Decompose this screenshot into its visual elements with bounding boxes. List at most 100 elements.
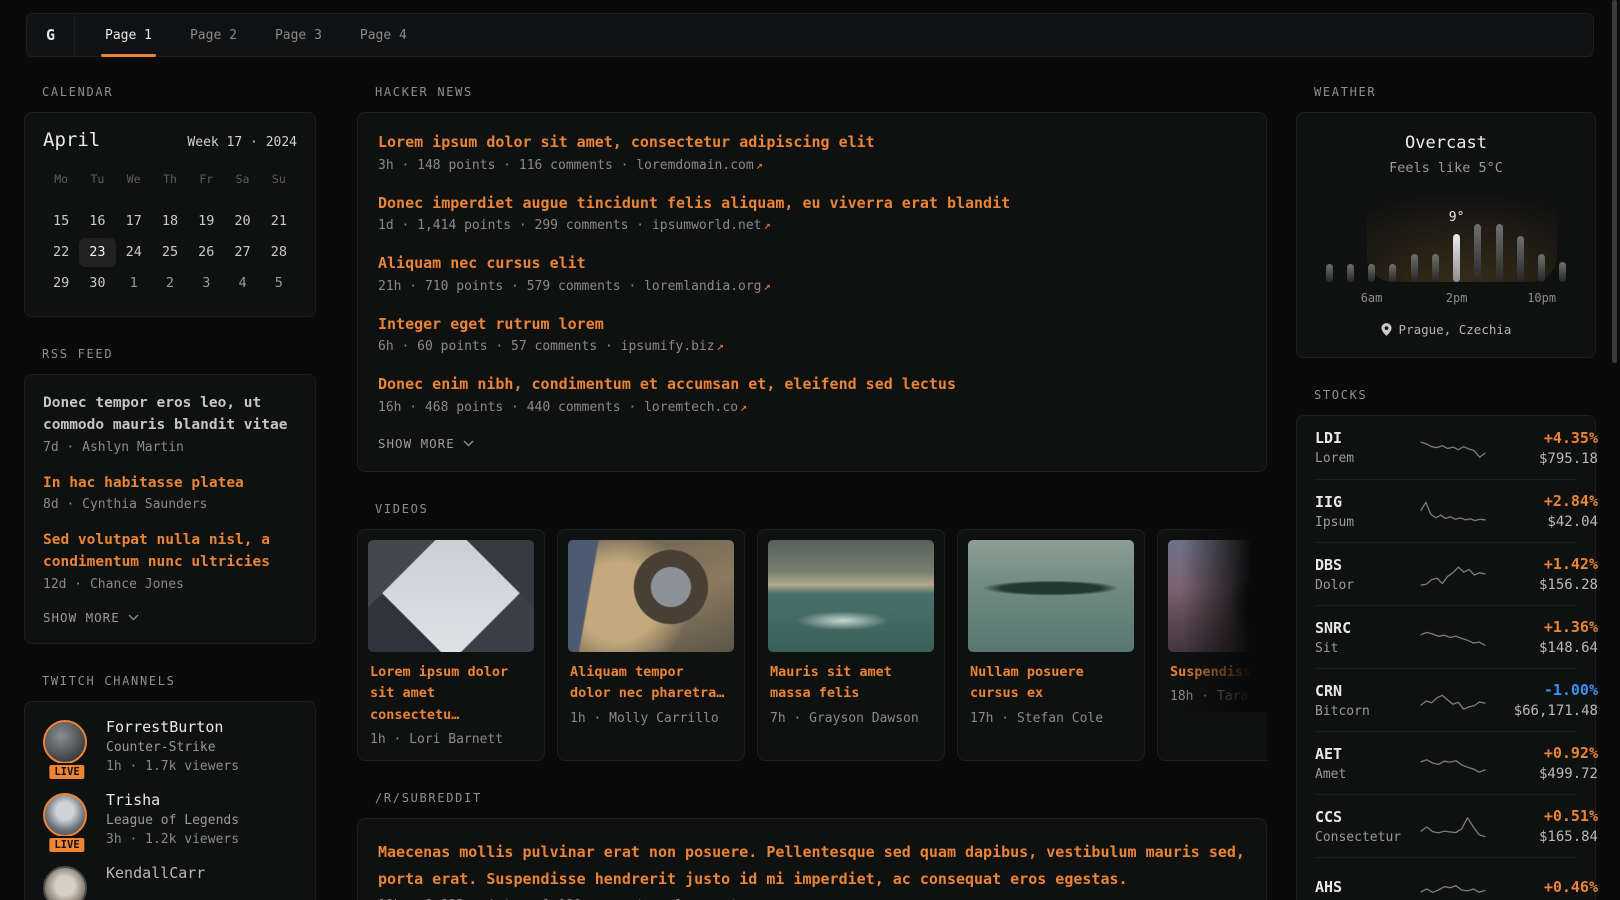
rss-item-title[interactable]: In hac habitasse platea: [43, 473, 297, 495]
stock-row[interactable]: AHS +0.46%: [1315, 857, 1577, 900]
stock-values: +0.92% $499.72: [1486, 744, 1598, 782]
weather-bar: 10pm: [1538, 210, 1546, 282]
hackernews-item-title[interactable]: Donec imperdiet augue tincidunt felis al…: [378, 194, 1246, 214]
video-title[interactable]: Aliquam tempor dolor nec pharetra…: [570, 662, 732, 705]
rss-item-title[interactable]: Sed volutpat nulla nisl, a condimentum n…: [43, 530, 297, 574]
hackernews-item-stats: 16h · 468 points · 440 comments ·: [378, 400, 644, 415]
calendar-section-title: CALENDAR: [42, 85, 316, 99]
stock-row[interactable]: LDI Lorem +4.35% $795.18: [1315, 416, 1577, 479]
calendar-day[interactable]: 27: [224, 238, 260, 267]
video-thumbnail[interactable]: [1168, 540, 1267, 652]
avatar: [43, 720, 87, 764]
stock-row[interactable]: DBS Dolor +1.42% $156.28: [1315, 542, 1577, 605]
calendar-day[interactable]: 1: [116, 269, 152, 298]
app-logo[interactable]: G: [27, 14, 75, 56]
twitch-section: TWITCH CHANNELS LIVE ForrestBurton Count…: [24, 674, 316, 900]
stock-sparkline: [1420, 813, 1486, 839]
weather-axis-tick: 10pm: [1527, 291, 1556, 305]
calendar-days-grid: 15 16 17 18 19 20 21 22: [43, 207, 297, 298]
video-thumbnail[interactable]: [568, 540, 734, 652]
video-card[interactable]: Nullam posuere cursus ex 17h · Stefan Co…: [957, 529, 1145, 762]
calendar-day[interactable]: 16: [79, 207, 115, 236]
twitch-channel-name: Trisha: [106, 791, 239, 809]
hackernews-item-title[interactable]: Lorem ipsum dolor sit amet, consectetur …: [378, 133, 1246, 153]
rss-show-more-button[interactable]: SHOW MORE: [43, 610, 297, 625]
calendar-day[interactable]: 19: [188, 207, 224, 236]
video-card[interactable]: Lorem ipsum dolor sit amet consectetu… 1…: [357, 529, 545, 762]
calendar-day[interactable]: 22: [43, 238, 79, 267]
video-thumbnail[interactable]: [968, 540, 1134, 652]
stock-row[interactable]: CRN Bitcorn -1.00% $66,171.48: [1315, 668, 1577, 731]
dashboard: CALENDAR April Week 17 · 2024 Mo Tu We T…: [0, 57, 1620, 900]
calendar-day[interactable]: 18: [152, 207, 188, 236]
stock-row[interactable]: CCS Consectetur +0.51% $165.84: [1315, 794, 1577, 857]
calendar-day[interactable]: 15: [43, 207, 79, 236]
chevron-down-icon: [463, 440, 474, 447]
weather-bar: [1389, 210, 1397, 282]
page-tab[interactable]: Page 1: [99, 14, 158, 56]
weather-axis-tick: 2pm: [1446, 291, 1468, 305]
calendar-weekday: Th: [152, 168, 188, 190]
stock-row[interactable]: AET Amet +0.92% $499.72: [1315, 731, 1577, 794]
video-title[interactable]: Suspendisse diam: [1170, 662, 1267, 684]
video-thumbnail[interactable]: [768, 540, 934, 652]
calendar-day[interactable]: 4: [224, 269, 260, 298]
calendar-day[interactable]: 28: [261, 238, 297, 267]
calendar-day[interactable]: 17: [116, 207, 152, 236]
stock-row[interactable]: SNRC Sit +1.36% $148.64: [1315, 605, 1577, 668]
twitch-channel-row[interactable]: LIVE KendallCarr: [43, 864, 297, 900]
subreddit-post-title[interactable]: Maecenas mollis pulvinar erat non posuer…: [378, 839, 1246, 892]
live-badge: LIVE: [47, 763, 86, 781]
hackernews-item-domain[interactable]: ipsumify.biz: [621, 339, 715, 354]
stock-price: $499.72: [1486, 766, 1598, 782]
page-tab[interactable]: Page 3: [269, 14, 328, 56]
weather-bar: [1516, 210, 1524, 282]
hackernews-item-title[interactable]: Integer eget rutrum lorem: [378, 315, 1246, 335]
video-thumbnail[interactable]: [368, 540, 534, 652]
calendar-day[interactable]: 2: [152, 269, 188, 298]
calendar-day[interactable]: 30: [79, 269, 115, 298]
hackernews-item-domain[interactable]: ipsumworld.net: [652, 218, 762, 233]
calendar-day[interactable]: 5: [261, 269, 297, 298]
calendar-day[interactable]: 23: [79, 238, 115, 267]
rss-item-title[interactable]: Donec tempor eros leo, ut commodo mauris…: [43, 393, 297, 437]
video-title[interactable]: Nullam posuere cursus ex: [970, 662, 1132, 705]
stock-ticker: DBS: [1315, 556, 1420, 574]
hackernews-item-title[interactable]: Aliquam nec cursus elit: [378, 254, 1246, 274]
rss-show-more-label: SHOW MORE: [43, 610, 120, 625]
video-card[interactable]: Aliquam tempor dolor nec pharetra… 1h · …: [557, 529, 745, 762]
hackernews-item-stats: 1d · 1,414 points · 299 comments ·: [378, 218, 652, 233]
twitch-channel-row[interactable]: LIVE Trisha League of Legends 3h · 1.2k …: [43, 791, 297, 847]
video-card[interactable]: Suspendisse diam 18h · Tara: [1157, 529, 1267, 762]
hackernews-item-domain[interactable]: loremdomain.com: [636, 158, 753, 173]
twitch-channel-row[interactable]: LIVE ForrestBurton Counter-Strike 1h · 1…: [43, 718, 297, 774]
calendar-day[interactable]: 21: [261, 207, 297, 236]
page-tabs: Page 1 Page 2 Page 3 Page 4: [75, 14, 413, 56]
calendar-day[interactable]: 26: [188, 238, 224, 267]
scrollbar-thumb[interactable]: [1612, 0, 1617, 363]
calendar-day[interactable]: 25: [152, 238, 188, 267]
video-title[interactable]: Mauris sit amet massa felis: [770, 662, 932, 705]
stock-price: $42.04: [1486, 514, 1598, 530]
hackernews-item-domain[interactable]: loremlandia.org: [644, 279, 761, 294]
page-tab[interactable]: Page 4: [354, 14, 413, 56]
calendar-day[interactable]: 20: [224, 207, 260, 236]
stock-row[interactable]: IIG Ipsum +2.84% $42.04: [1315, 479, 1577, 542]
video-title[interactable]: Lorem ipsum dolor sit amet consectetu…: [370, 662, 532, 727]
video-card[interactable]: Mauris sit amet massa felis 7h · Grayson…: [757, 529, 945, 762]
page-tab-label: Page 3: [275, 28, 322, 43]
hackernews-section: HACKER NEWS Lorem ipsum dolor sit amet, …: [357, 85, 1267, 472]
page-tab-label: Page 1: [105, 28, 152, 43]
weather-bar: [1495, 210, 1503, 282]
hackernews-item-title[interactable]: Donec enim nibh, condimentum et accumsan…: [378, 375, 1246, 395]
stock-ticker: SNRC: [1315, 619, 1420, 637]
videos-section: VIDEOS Lorem ipsum dolor sit amet consec…: [357, 502, 1267, 762]
hackernews-show-more-button[interactable]: SHOW MORE: [378, 436, 1246, 451]
calendar-day[interactable]: 29: [43, 269, 79, 298]
calendar-day[interactable]: 24: [116, 238, 152, 267]
calendar-day[interactable]: 3: [188, 269, 224, 298]
page-tab[interactable]: Page 2: [184, 14, 243, 56]
stock-name: Amet: [1315, 767, 1420, 782]
calendar-weekday: Mo: [43, 168, 79, 190]
hackernews-item-domain[interactable]: loremtech.co: [644, 400, 738, 415]
